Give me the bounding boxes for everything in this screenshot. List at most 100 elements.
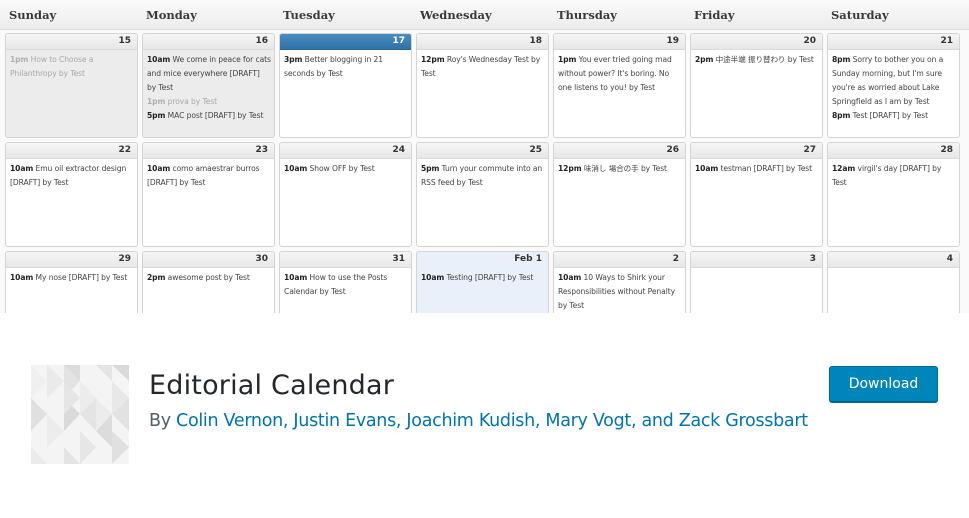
calendar-day-cell[interactable]: 17 3pm Better blogging in 21 seconds by T… [279, 33, 412, 138]
day-number: 24 [280, 143, 411, 159]
calendar-post[interactable]: 12pm 味消し 場合の手 by Test [558, 162, 682, 176]
day-number: 18 [417, 34, 548, 50]
day-number: 25 [417, 143, 548, 159]
post-title: You ever tried going mad without power? … [558, 55, 672, 92]
calendar-day-cell[interactable]: 4 [827, 251, 960, 313]
calendar-post[interactable]: 1pm prova by Test [147, 95, 271, 109]
post-time: 10am [147, 55, 171, 64]
day-header-tuesday: Tuesday [283, 8, 335, 22]
day-header-monday: Monday [146, 8, 197, 22]
calendar-post[interactable]: 1pm How to Choose a Philanthropy by Test [10, 53, 134, 81]
calendar-day-cell[interactable]: 27 10am testman [DRAFT] by Test [690, 142, 823, 247]
day-header-wednesday: Wednesday [420, 8, 492, 22]
day-posts [828, 268, 959, 271]
day-number: 22 [6, 143, 137, 159]
day-posts: 2pm 中途半端 振り替わり by Test [691, 50, 822, 67]
download-button[interactable]: Download [829, 366, 938, 402]
calendar-post[interactable]: 5pm Turn your commute into an RSS feed b… [421, 162, 545, 190]
calendar-post[interactable]: 10am How to use the Posts Calendar by Te… [284, 271, 408, 299]
calendar-day-cell[interactable]: 3 [690, 251, 823, 313]
day-number: 15 [6, 34, 137, 50]
post-time: 10am [147, 164, 171, 173]
calendar-day-cell[interactable]: 20 2pm 中途半端 振り替わり by Test [690, 33, 823, 138]
calendar-post[interactable]: 12am virgil's day [DRAFT] by Test [832, 162, 956, 190]
calendar-day-cell[interactable]: 28 12am virgil's day [DRAFT] by Test [827, 142, 960, 247]
calendar-post[interactable]: 10am Emu oil extractor design [DRAFT] by… [10, 162, 134, 190]
day-posts: 10am como amaestrar burros [DRAFT] by Te… [143, 159, 274, 190]
calendar-day-cell[interactable]: 19 1pm You ever tried going mad without p… [553, 33, 686, 138]
post-title: awesome post by Test [167, 273, 250, 282]
calendar-post[interactable]: 10am Testing [DRAFT] by Test [421, 271, 545, 285]
day-posts: 1pm You ever tried going mad without pow… [554, 50, 685, 95]
day-number: 3 [691, 252, 822, 268]
day-number: 20 [691, 34, 822, 50]
post-time: 1pm [10, 55, 29, 64]
post-time: 8pm [832, 111, 851, 120]
calendar-day-cell[interactable]: 23 10am como amaestrar burros [DRAFT] by … [142, 142, 275, 247]
post-time: 8pm [832, 55, 851, 64]
day-header-friday: Friday [694, 8, 735, 22]
day-number: 27 [691, 143, 822, 159]
post-time: 12am [832, 164, 856, 173]
calendar-day-cell[interactable]: 31 10am How to use the Posts Calendar by … [279, 251, 412, 313]
by-label: By [149, 411, 171, 431]
calendar-day-cell[interactable]: 21 8pm Sorry to bother you on a Sunday mo… [827, 33, 960, 138]
day-posts: 10am Show OFF by Test [280, 159, 411, 176]
calendar-post[interactable]: 10am Show OFF by Test [284, 162, 408, 176]
day-posts: 10am 10 Ways to Shirk your Responsibilit… [554, 268, 685, 313]
calendar-post[interactable]: 3pm Better blogging in 21 seconds by Tes… [284, 53, 408, 81]
day-number: 19 [554, 34, 685, 50]
calendar-day-cell[interactable]: 24 10am Show OFF by Test [279, 142, 412, 247]
post-time: 12pm [558, 164, 582, 173]
calendar-grid: 15 1pm How to Choose a Philanthropy by Te… [5, 33, 969, 313]
post-time: 5pm [147, 111, 166, 120]
calendar-day-cell[interactable]: 30 2pm awesome post by Test [142, 251, 275, 313]
day-posts: 10am Emu oil extractor design [DRAFT] by… [6, 159, 137, 190]
calendar-post[interactable]: 8pm Sorry to bother you on a Sunday morn… [832, 53, 956, 109]
calendar-day-cell[interactable]: 22 10am Emu oil extractor design [DRAFT] … [5, 142, 138, 247]
post-time: 10am [10, 164, 34, 173]
calendar-day-cell[interactable]: 16 10am We come in peace for cats and mic… [142, 33, 275, 138]
day-posts [691, 268, 822, 271]
calendar-day-cell[interactable]: 2 10am 10 Ways to Shirk your Responsibili… [553, 251, 686, 313]
plugin-title: Editorial Calendar [149, 370, 395, 401]
day-posts: 10am How to use the Posts Calendar by Te… [280, 268, 411, 299]
day-posts: 12pm 味消し 場合の手 by Test [554, 159, 685, 176]
calendar-post[interactable]: 10am We come in peace for cats and mice … [147, 53, 271, 95]
day-number: 21 [828, 34, 959, 50]
day-posts: 2pm awesome post by Test [143, 268, 274, 285]
post-time: 10am [10, 273, 34, 282]
calendar-post[interactable]: 1pm You ever tried going mad without pow… [558, 53, 682, 95]
post-time: 10am [421, 273, 445, 282]
plugin-geometric-icon [31, 365, 129, 464]
calendar-post[interactable]: 10am testman [DRAFT] by Test [695, 162, 819, 176]
post-time: 3pm [284, 55, 303, 64]
day-header-thursday: Thursday [557, 8, 617, 22]
calendar-day-cell[interactable]: 18 12pm Roy's Wednesday Test by Test [416, 33, 549, 138]
post-time: 12pm [421, 55, 445, 64]
post-time: 2pm [695, 55, 714, 64]
calendar-post[interactable]: 10am 10 Ways to Shirk your Responsibilit… [558, 271, 682, 313]
calendar-day-cell[interactable]: 29 10am My nose [DRAFT] by Test [5, 251, 138, 313]
day-number: 2 [554, 252, 685, 268]
calendar-day-cell[interactable]: 25 5pm Turn your commute into an RSS feed… [416, 142, 549, 247]
calendar-post[interactable]: 2pm 中途半端 振り替わり by Test [695, 53, 819, 67]
day-header-saturday: Saturday [831, 8, 889, 22]
calendar-day-cell[interactable]: 15 1pm How to Choose a Philanthropy by Te… [5, 33, 138, 138]
day-posts: 12am virgil's day [DRAFT] by Test [828, 159, 959, 190]
calendar-day-cell[interactable]: Feb 1 10am Testing [DRAFT] by Test [416, 251, 549, 313]
calendar-post[interactable]: 12pm Roy's Wednesday Test by Test [421, 53, 545, 81]
calendar-post[interactable]: 2pm awesome post by Test [147, 271, 271, 285]
authors-link[interactable]: Colin Vernon, Justin Evans, Joachim Kudi… [176, 411, 808, 431]
calendar-banner: Sunday Monday Tuesday Wednesday Thursday… [0, 0, 969, 313]
day-header-sunday: Sunday [9, 8, 57, 22]
post-time: 10am [558, 273, 582, 282]
post-title: prova by Test [167, 97, 218, 106]
day-number: 16 [143, 34, 274, 50]
calendar-post[interactable]: 10am My nose [DRAFT] by Test [10, 271, 134, 285]
calendar-post[interactable]: 8pm Test [DRAFT] by Test [832, 109, 956, 123]
calendar-post[interactable]: 5pm MAC post [DRAFT] by Test [147, 109, 271, 123]
calendar-day-cell[interactable]: 26 12pm 味消し 場合の手 by Test [553, 142, 686, 247]
calendar-post[interactable]: 10am como amaestrar burros [DRAFT] by Te… [147, 162, 271, 190]
day-posts: 1pm How to Choose a Philanthropy by Test [6, 50, 137, 81]
